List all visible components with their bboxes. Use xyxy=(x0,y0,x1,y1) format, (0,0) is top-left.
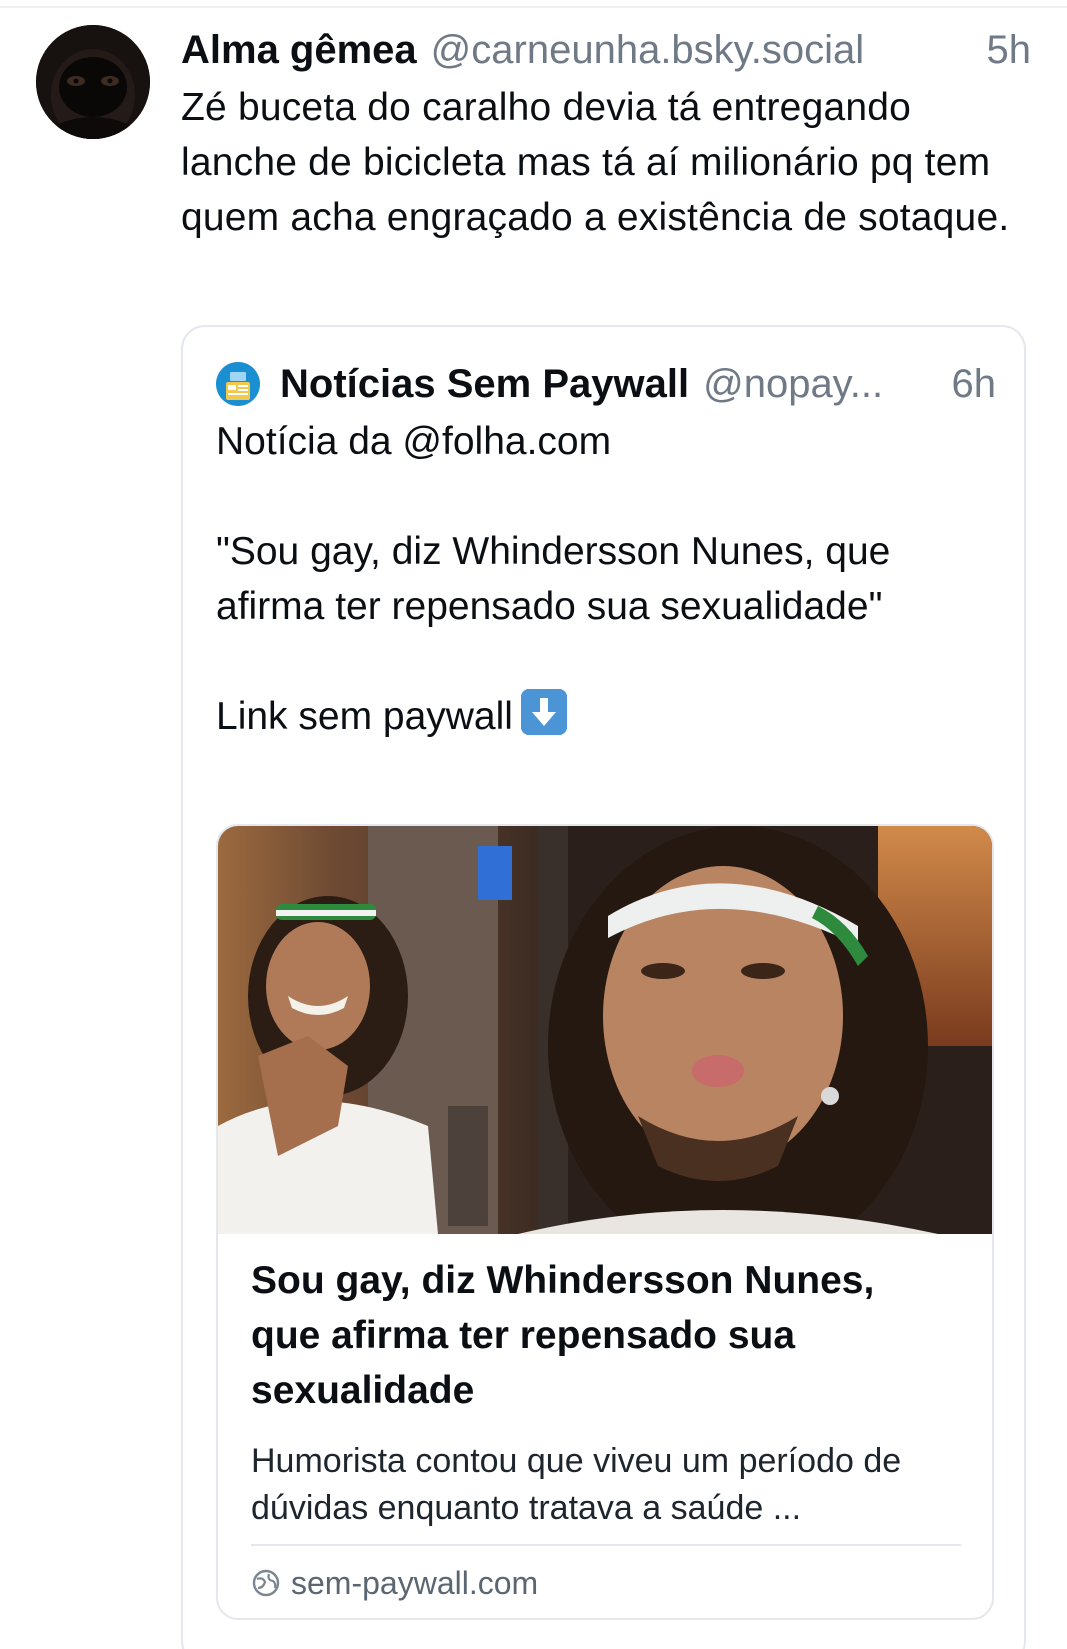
globe-icon xyxy=(251,1568,281,1598)
quoted-post[interactable]: Notícias Sem Paywall @nopay... 6h Notíci… xyxy=(181,325,1026,1649)
post-author-name[interactable]: Alma gêmea xyxy=(181,22,417,78)
quoted-post-header: Notícias Sem Paywall @nopay... 6h xyxy=(216,357,996,411)
link-preview-card[interactable]: Sou gay, diz Whindersson Nunes, que afir… xyxy=(216,824,994,1620)
post-timestamp[interactable]: 5h xyxy=(987,22,1032,78)
quoted-timestamp[interactable]: 6h xyxy=(952,357,997,411)
post-text: Zé buceta do caralho devia tá entregando… xyxy=(181,86,1010,239)
post-header: Alma gêmea @carneunha.bsky.social 5h xyxy=(181,22,1031,78)
quoted-text-line-2: "Sou gay, diz Whindersson Nunes, que afi… xyxy=(216,530,891,628)
quoted-author-avatar[interactable] xyxy=(216,362,260,406)
link-preview-domain[interactable]: sem-paywall.com xyxy=(291,1561,538,1605)
link-preview-description: Humorista contou que viveu um período de… xyxy=(251,1442,902,1527)
link-preview-divider xyxy=(251,1544,961,1546)
quoted-text-line-1: Notícia da @folha.com xyxy=(216,420,612,463)
quoted-post-text: Notícia da @folha.com "Sou gay, diz Whin… xyxy=(216,414,996,744)
quoted-author-handle[interactable]: @nopay... xyxy=(703,357,883,411)
quoted-author-name[interactable]: Notícias Sem Paywall xyxy=(280,357,689,411)
quoted-text-line-3-label: Link sem paywall xyxy=(216,695,513,738)
down-arrow-emoji-icon xyxy=(520,689,567,735)
link-preview-title[interactable]: Sou gay, diz Whindersson Nunes, que afir… xyxy=(251,1253,951,1418)
post[interactable]: Alma gêmea @carneunha.bsky.social 5h Zé … xyxy=(181,22,1031,245)
top-divider xyxy=(0,6,1067,8)
quoted-text-line-3: Link sem paywall xyxy=(216,689,996,744)
author-avatar[interactable] xyxy=(36,25,150,139)
link-preview-image[interactable] xyxy=(218,826,992,1234)
post-author-handle[interactable]: @carneunha.bsky.social xyxy=(431,22,864,78)
link-preview-domain-row[interactable]: sem-paywall.com xyxy=(251,1561,538,1605)
